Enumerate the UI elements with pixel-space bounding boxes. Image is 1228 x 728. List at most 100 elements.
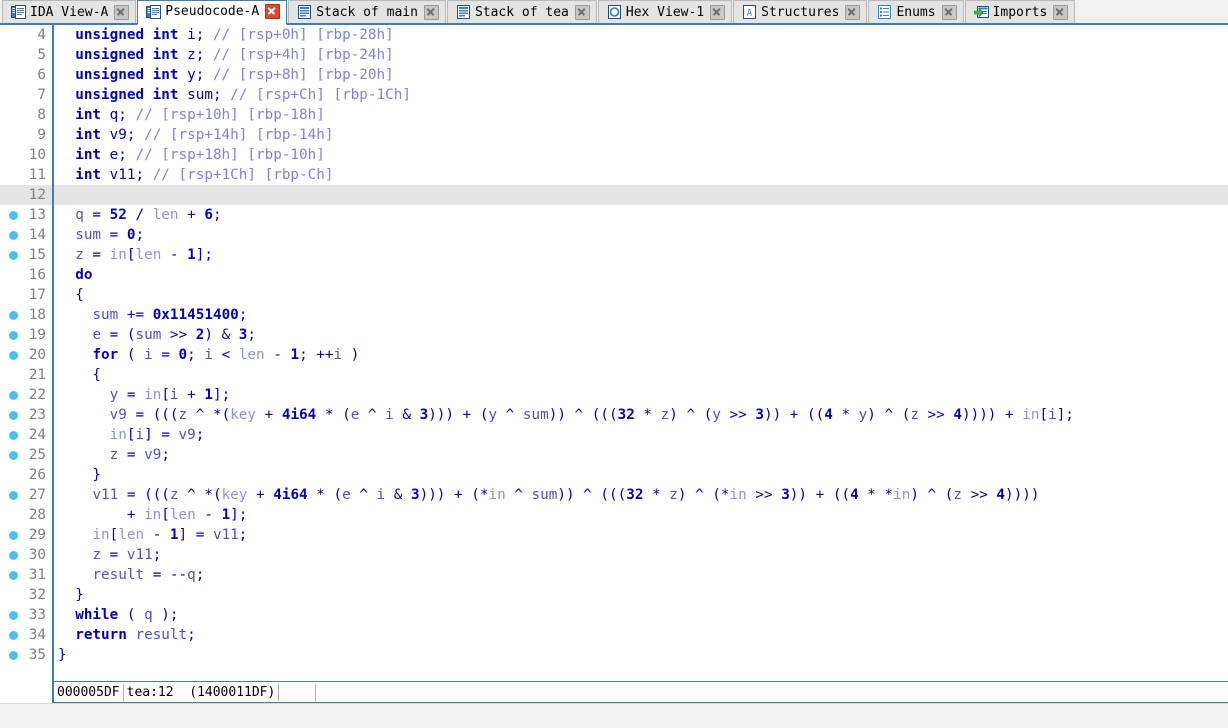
gutter-line-12[interactable]: 12 [0,185,52,205]
gutter-line-4[interactable]: 4 [0,25,52,45]
breakpoint-marker-icon[interactable] [9,451,18,460]
breakpoint-marker-icon[interactable] [9,571,18,580]
code-line-34[interactable]: return result; [54,625,1228,645]
code-line-32[interactable]: } [54,585,1228,605]
gutter-line-15[interactable]: 15 [0,245,52,265]
code-line-23[interactable]: v9 = (((z ^ *(key + 4i64 * (e ^ i & 3)))… [54,405,1228,425]
breakpoint-marker-icon[interactable] [9,391,18,400]
code-line-26[interactable]: } [54,465,1228,485]
gutter-line-10[interactable]: 10 [0,145,52,165]
close-icon[interactable] [710,4,726,20]
gutter-line-8[interactable]: 8 [0,105,52,125]
breakpoint-marker-icon[interactable] [9,311,18,320]
code-line-33[interactable]: while ( q ); [54,605,1228,625]
gutter-line-32[interactable]: 32 [0,585,52,605]
close-icon[interactable] [845,4,861,20]
gutter-line-22[interactable]: 22 [0,385,52,405]
tab-stack-of-tea[interactable]: Stack of tea [446,0,597,23]
code-line-35[interactable]: } [54,645,1228,665]
gutter-line-21[interactable]: 21 [0,365,52,385]
breakpoint-marker-icon[interactable] [9,351,18,360]
gutter-line-7[interactable]: 7 [0,85,52,105]
close-icon[interactable] [265,4,281,19]
gutter-line-6[interactable]: 6 [0,65,52,85]
breakpoint-marker-icon[interactable] [9,331,18,340]
close-icon[interactable] [423,4,439,20]
code-line-31[interactable]: result = --q; [54,565,1228,585]
code-line-25[interactable]: z = v9; [54,445,1228,465]
code-line-12[interactable] [54,185,1228,205]
gutter-line-25[interactable]: 25 [0,445,52,465]
code-line-19[interactable]: e = (sum >> 2) & 3; [54,325,1228,345]
breakpoint-marker-icon[interactable] [9,531,18,540]
breakpoint-marker-icon[interactable] [9,551,18,560]
breakpoint-marker-icon[interactable] [9,231,18,240]
gutter-line-19[interactable]: 19 [0,325,52,345]
breakpoint-marker-icon[interactable] [9,651,18,660]
code-line-9[interactable]: int v9; // [rsp+14h] [rbp-14h] [54,125,1228,145]
code-line-29[interactable]: in[len - 1] = v11; [54,525,1228,545]
tab-imports[interactable]: Imports [964,0,1076,23]
close-icon[interactable] [114,4,130,20]
breakpoint-marker-icon[interactable] [9,491,18,500]
breakpoint-marker-icon[interactable] [9,431,18,440]
gutter-line-16[interactable]: 16 [0,265,52,285]
breakpoint-marker-icon[interactable] [9,211,18,220]
gutter-line-14[interactable]: 14 [0,225,52,245]
breakpoint-marker-icon[interactable] [9,631,18,640]
gutter-line-29[interactable]: 29 [0,525,52,545]
code-line-16[interactable]: do [54,265,1228,285]
code-line-24[interactable]: in[i] = v9; [54,425,1228,445]
code-line-30[interactable]: z = v11; [54,545,1228,565]
code-pane[interactable]: unsigned int i; // [rsp+0h] [rbp-28h] un… [52,25,1228,681]
gutter-line-28[interactable]: 28 [0,505,52,525]
gutter-line-18[interactable]: 18 [0,305,52,325]
gutter-line-35[interactable]: 35 [0,645,52,665]
gutter-line-13[interactable]: 13 [0,205,52,225]
tab-ida-view-a[interactable]: IDA View-A [2,0,137,23]
code-line-28[interactable]: + in[len - 1]; [54,505,1228,525]
tab-pseudocode-a[interactable]: Pseudocode-A [137,0,288,25]
tab-hex-view-1[interactable]: Hex View-1 [597,0,733,23]
close-icon[interactable] [574,4,590,20]
breakpoint-marker-icon[interactable] [9,411,18,420]
gutter-line-30[interactable]: 30 [0,545,52,565]
code-line-6[interactable]: unsigned int y; // [rsp+8h] [rbp-20h] [54,65,1228,85]
gutter-line-24[interactable]: 24 [0,425,52,445]
breakpoint-marker-icon[interactable] [9,251,18,260]
code-line-14[interactable]: sum = 0; [54,225,1228,245]
tab-enums[interactable]: Enums [868,0,964,23]
code-line-4[interactable]: unsigned int i; // [rsp+0h] [rbp-28h] [54,25,1228,45]
gutter-line-20[interactable]: 20 [0,345,52,365]
gutter-line-31[interactable]: 31 [0,565,52,585]
gutter-line-5[interactable]: 5 [0,45,52,65]
code-line-27[interactable]: v11 = (((z ^ *(key + 4i64 * (e ^ i & 3))… [54,485,1228,505]
tab-structures[interactable]: A Structures [733,0,868,23]
code-line-22[interactable]: y = in[i + 1]; [54,385,1228,405]
close-icon[interactable] [1053,4,1069,20]
code-line-11[interactable]: int v11; // [rsp+1Ch] [rbp-Ch] [54,165,1228,185]
tab-stack-of-main[interactable]: Stack of main [288,0,446,23]
close-icon[interactable] [941,4,957,20]
gutter-line-11[interactable]: 11 [0,165,52,185]
gutter-line-9[interactable]: 9 [0,125,52,145]
gutter-line-23[interactable]: 23 [0,405,52,425]
code-line-13[interactable]: q = 52 / len + 6; [54,205,1228,225]
line-number-gutter[interactable]: 4 5 6 7 8 9 10 11 12 13 14 15 16 17 18 19 20 21 22 23 24 25 26… [0,25,52,681]
gutter-line-26[interactable]: 26 [0,465,52,485]
code-line-10[interactable]: int e; // [rsp+18h] [rbp-10h] [54,145,1228,165]
gutter-line-34[interactable]: 34 [0,625,52,645]
breakpoint-marker-icon[interactable] [9,611,18,620]
pseudocode-editor[interactable]: 4 5 6 7 8 9 10 11 12 13 14 15 16 17 18 19 20 21 22 23 24 25 26… [0,25,1228,681]
code-line-7[interactable]: unsigned int sum; // [rsp+Ch] [rbp-1Ch] [54,85,1228,105]
code-line-8[interactable]: int q; // [rsp+10h] [rbp-18h] [54,105,1228,125]
code-line-17[interactable]: { [54,285,1228,305]
code-line-20[interactable]: for ( i = 0; i < len - 1; ++i ) [54,345,1228,365]
gutter-line-17[interactable]: 17 [0,285,52,305]
gutter-line-27[interactable]: 27 [0,485,52,505]
code-line-18[interactable]: sum += 0x11451400; [54,305,1228,325]
code-line-5[interactable]: unsigned int z; // [rsp+4h] [rbp-24h] [54,45,1228,65]
code-line-21[interactable]: { [54,365,1228,385]
gutter-line-33[interactable]: 33 [0,605,52,625]
code-line-15[interactable]: z = in[len - 1]; [54,245,1228,265]
